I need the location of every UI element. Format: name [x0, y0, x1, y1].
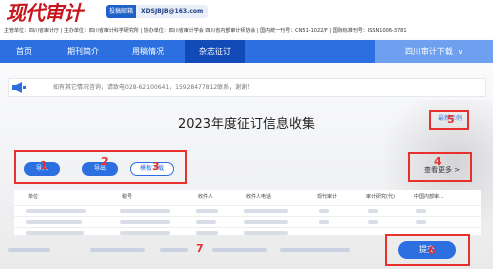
nav-item-subscription[interactable]: 杂志征订: [185, 40, 245, 63]
redacted-cell: [319, 209, 329, 213]
export-button[interactable]: 导出: [82, 162, 118, 176]
annotation-label-4: 4: [434, 155, 442, 168]
submission-email: 投稿邮箱 XDSJBJB@163.com: [106, 5, 209, 18]
subscription-table: 单位 税号 收件人 收件人电话 现代审计 审计研究(代) 中国内部审...: [14, 190, 481, 235]
annotation-label-2: 2: [101, 155, 109, 168]
redacted-cell: [196, 220, 216, 224]
site-header: 现代审计 投稿邮箱 XDSJBJB@163.com 主管单位：四川省审计厅 | …: [0, 0, 493, 38]
redacted-footer-text: [8, 248, 50, 252]
annotation-label-5: 5: [447, 113, 455, 126]
page-title: 2023年度征订信息收集: [177, 117, 316, 132]
view-more-link[interactable]: 查看更多 >: [424, 165, 460, 175]
chevron-down-icon: ∨: [457, 48, 464, 56]
redacted-cell: [368, 209, 378, 213]
download-dropdown[interactable]: 四川审计下载 ∨: [375, 40, 493, 63]
annotation-label-3: 3: [152, 160, 160, 173]
redacted-cell: [120, 209, 170, 213]
redacted-cell: [26, 220, 82, 224]
annotation-label-6: 6: [428, 244, 436, 257]
column-header-tax-id: 税号: [122, 194, 133, 200]
redacted-cell: [26, 209, 86, 213]
redacted-footer-text: [160, 248, 188, 252]
notice-bar: 如有其它情况咨询，请致电028-62100641，15928477812联系，谢…: [8, 78, 486, 97]
redacted-cell: [416, 209, 426, 213]
annotation-label-1: 1: [40, 159, 48, 172]
redacted-cell: [196, 209, 218, 213]
email-address[interactable]: XDSJBJB@163.com: [136, 5, 209, 18]
site-logo[interactable]: 现代审计: [6, 1, 83, 25]
notice-text: 如有其它情况咨询，请致电028-62100641，15928477812联系，谢…: [53, 84, 254, 91]
redacted-footer-text: [212, 248, 267, 252]
table-row[interactable]: [14, 205, 481, 216]
column-header-audit-research: 审计研究(代): [366, 194, 395, 200]
nav-item-journal-intro[interactable]: 期刊简介: [54, 40, 112, 63]
redacted-cell: [368, 220, 378, 224]
column-header-unit: 单位: [28, 194, 39, 200]
redacted-footer-text: [90, 248, 145, 252]
redacted-cell: [120, 220, 170, 224]
column-header-recipient: 收件人: [198, 194, 214, 200]
megaphone-icon: [12, 82, 26, 93]
redacted-footer-text: [280, 248, 350, 252]
table-row[interactable]: [14, 216, 481, 227]
nav-item-home[interactable]: 首页: [0, 40, 48, 63]
redacted-cell: [244, 220, 288, 224]
nav-item-publication-status[interactable]: 用稿情况: [118, 40, 178, 63]
redacted-cell: [244, 209, 288, 213]
sponsor-line: 主管单位：四川省审计厅 | 主办单位：四川省审计科学研究所 | 协办单位：四川省…: [4, 28, 407, 34]
column-header-recipient-phone: 收件人电话: [246, 194, 272, 200]
column-header-internal-audit: 中国内部审...: [414, 194, 444, 200]
redacted-cell: [319, 220, 329, 224]
download-dropdown-label: 四川审计下载: [404, 47, 453, 56]
column-header-modern-audit: 现代审计: [317, 194, 338, 200]
redacted-cell: [416, 220, 426, 224]
main-nav: 首页 期刊简介 用稿情况 杂志征订 四川审计下载 ∨: [0, 40, 493, 63]
annotation-label-7: 7: [196, 242, 204, 255]
email-tag: 投稿邮箱: [106, 5, 137, 18]
submit-button[interactable]: 提交: [398, 241, 456, 259]
